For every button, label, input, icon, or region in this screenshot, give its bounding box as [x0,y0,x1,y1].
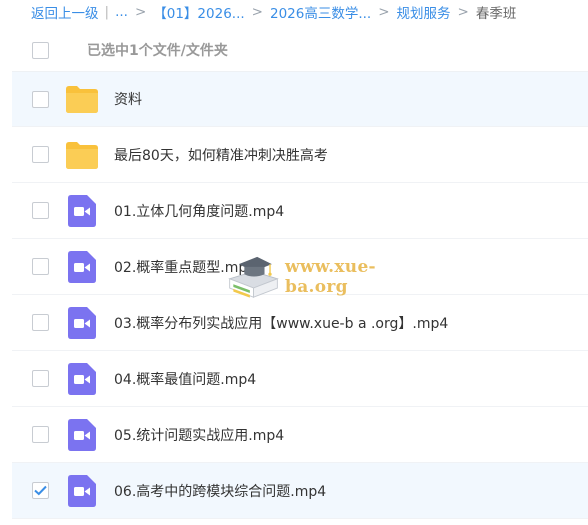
file-row[interactable]: 04.概率最值问题.mp4 [12,351,588,407]
file-name[interactable]: 01.立体几何角度问题.mp4 [114,201,284,221]
breadcrumb-separator: > [457,4,469,20]
file-row[interactable]: 01.立体几何角度问题.mp4 [12,183,588,239]
select-all-checkbox[interactable] [32,41,49,59]
row-checkbox[interactable] [32,314,49,331]
breadcrumb-separator: > [378,4,390,20]
file-row[interactable]: 03.概率分布列实战应用【www.xue-b a .org】.mp4 [12,295,588,351]
file-name[interactable]: 04.概率最值问题.mp4 [114,369,256,389]
selection-status: 已选中1个文件/文件夹 [87,43,228,59]
list-header: 已选中1个文件/文件夹 [12,29,588,71]
file-name[interactable]: 最后80天，如何精准冲刺决胜高考 [114,145,328,165]
folder-icon [64,138,100,172]
file-row[interactable]: 02.概率重点题型.mp4 [12,239,588,295]
file-list: 资料 最后80天，如何精准冲刺决胜高考 01.立体几何角度问题.mp4 02.概… [12,71,588,519]
file-name[interactable]: 资料 [114,89,142,109]
file-row[interactable]: 06.高考中的跨模块综合问题.mp4 [12,463,588,519]
breadcrumb-ellipsis[interactable]: ... [115,4,128,20]
breadcrumb-separator: > [134,4,147,20]
breadcrumb-divider: | [104,4,110,20]
row-checkbox[interactable] [32,202,49,219]
breadcrumb-item-2[interactable]: 2026高三数学... [270,2,371,22]
folder-icon [64,82,100,116]
file-name[interactable]: 05.统计问题实战应用.mp4 [114,425,284,445]
folder-row[interactable]: 资料 [12,71,588,127]
file-row[interactable]: 05.统计问题实战应用.mp4 [12,407,588,463]
video-file-icon [64,194,100,228]
file-name[interactable]: 02.概率重点题型.mp4 [114,257,256,277]
video-file-icon [64,362,100,396]
video-file-icon [64,418,100,452]
video-file-icon [64,474,100,508]
row-checkbox[interactable] [32,482,49,499]
breadcrumb-item-1[interactable]: 【01】2026... [153,2,244,22]
folder-row[interactable]: 最后80天，如何精准冲刺决胜高考 [12,127,588,183]
back-link[interactable]: 返回上一级 [31,2,99,22]
row-checkbox[interactable] [32,258,49,275]
breadcrumb-item-3[interactable]: 规划服务 [397,2,451,22]
video-file-icon [64,250,100,284]
breadcrumb-separator: > [251,4,263,20]
row-checkbox[interactable] [32,146,49,163]
video-file-icon [64,306,100,340]
breadcrumb-current: 春季班 [475,6,517,22]
row-checkbox[interactable] [32,370,49,387]
file-name[interactable]: 03.概率分布列实战应用【www.xue-b a .org】.mp4 [114,313,448,333]
row-checkbox[interactable] [32,90,49,108]
breadcrumb: 返回上一级 | ... > 【01】2026... > 2026高三数学... … [0,0,588,24]
row-checkbox[interactable] [32,426,49,443]
file-name[interactable]: 06.高考中的跨模块综合问题.mp4 [114,481,326,501]
